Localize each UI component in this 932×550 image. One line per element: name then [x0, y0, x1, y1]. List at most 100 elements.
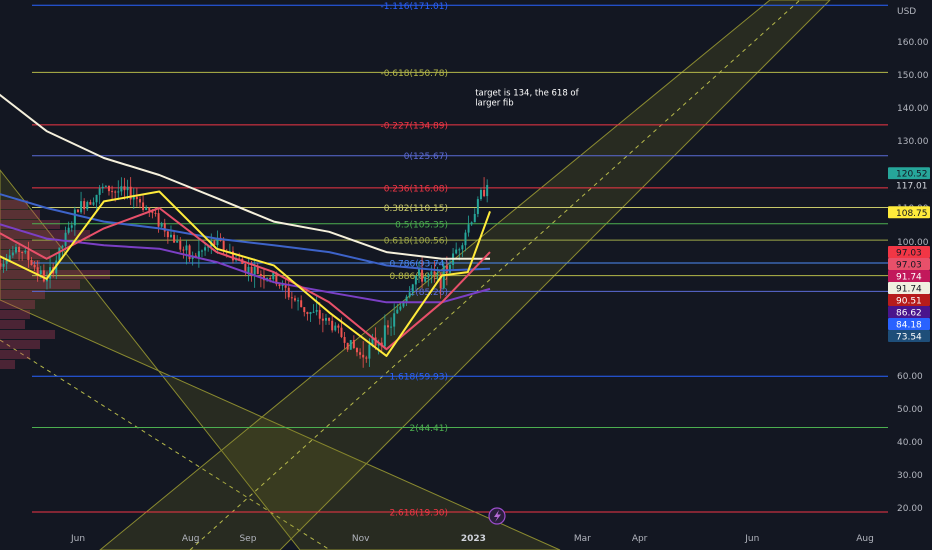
candle-body — [160, 223, 163, 227]
price-label: 90.51 — [896, 296, 922, 306]
candle-body — [334, 325, 337, 331]
candle-body — [297, 300, 300, 302]
y-tick-label: 160.00 — [897, 38, 929, 48]
candle-body — [383, 325, 386, 347]
candle-body — [337, 325, 340, 328]
candle-body — [470, 222, 473, 225]
price-label: 97.03 — [896, 248, 922, 258]
candle-body — [315, 310, 318, 312]
candle-body — [135, 196, 138, 200]
x-tick-label: Aug — [856, 534, 874, 544]
volume-profile-bar — [0, 320, 25, 329]
annotation-line-1: target is 134, the 618 of — [475, 88, 579, 98]
candle-body — [104, 185, 107, 187]
candle-body — [306, 312, 309, 315]
candle-body — [11, 252, 14, 256]
y-tick-label: 20.00 — [897, 504, 923, 514]
candle-body — [247, 266, 250, 273]
candle-body — [396, 309, 399, 314]
candle-body — [24, 250, 27, 253]
candle-body — [179, 240, 182, 250]
candle-body — [132, 196, 135, 200]
candle-body — [222, 240, 225, 251]
volume-profile-bar — [0, 340, 40, 349]
candle-body — [365, 357, 368, 359]
candle-body — [138, 199, 141, 203]
fib-label: 0.382(110.15) — [384, 204, 448, 214]
candle-body — [349, 340, 352, 350]
candle-body — [176, 240, 179, 243]
candle-body — [427, 274, 430, 277]
fib-label: -0.618(150.78) — [380, 69, 448, 79]
candle-body — [287, 287, 290, 298]
x-tick-label: Jun — [744, 534, 759, 544]
x-axis[interactable]: Jun Aug Sep Nov 2023 Mar Apr Jun Aug — [70, 534, 874, 544]
candle-body — [312, 311, 315, 313]
candle-body — [324, 318, 327, 321]
candle-body — [64, 232, 67, 246]
candle-body — [101, 186, 104, 189]
candle-body — [424, 276, 427, 282]
candle-body — [204, 247, 207, 251]
candle-body — [309, 312, 312, 315]
y-tick-label: 140.00 — [897, 104, 929, 114]
price-label: 73.54 — [896, 332, 922, 342]
candle-body — [368, 344, 371, 359]
candle-body — [340, 327, 343, 338]
x-tick-label: Apr — [632, 534, 648, 544]
candle-body — [114, 191, 117, 193]
candle-body — [197, 251, 200, 257]
candle-body — [445, 265, 448, 273]
candle-body — [448, 264, 451, 273]
candle-body — [355, 348, 358, 353]
candle-body — [343, 337, 346, 343]
candle-body — [442, 265, 445, 289]
fib-label: 2.618(19.30) — [389, 509, 448, 519]
x-tick-label: 2023 — [461, 534, 486, 544]
x-tick-label: Sep — [239, 534, 256, 544]
candle-body — [80, 201, 83, 213]
fib-label: 0(125.67) — [404, 152, 448, 162]
y-tick-label: 60.00 — [897, 372, 923, 382]
price-axis[interactable]: USD 20.0030.0040.0050.0060.00100.00110.0… — [888, 0, 932, 550]
candle-body — [145, 207, 148, 210]
price-label: 97.03 — [896, 260, 922, 270]
candle-body — [318, 310, 321, 319]
candle-body — [393, 313, 396, 327]
candle-body — [58, 247, 61, 261]
candle-body — [473, 213, 476, 223]
candle-body — [98, 188, 101, 195]
candle-body — [30, 260, 33, 265]
volume-profile-bar — [0, 300, 35, 309]
candle-body — [303, 307, 306, 313]
candle-body — [476, 199, 479, 214]
candle-body — [14, 247, 17, 253]
candle-body — [436, 273, 439, 275]
candle-body — [331, 320, 334, 331]
y-tick-label: 50.00 — [897, 405, 923, 415]
candle-body — [486, 184, 489, 197]
candle-body — [0, 263, 2, 267]
volume-profile-bar — [0, 350, 30, 359]
candle-body — [293, 298, 296, 301]
price-label: 108.75 — [896, 209, 928, 219]
lightning-icon[interactable] — [488, 507, 506, 525]
candle-body — [86, 201, 89, 210]
currency-label: USD — [897, 7, 916, 17]
price-chart[interactable]: -1.116(171.01) -0.618(150.78) -0.227(134.8… — [0, 0, 932, 550]
candle-body — [352, 340, 355, 349]
candle-body — [67, 227, 70, 233]
candle-body — [467, 224, 470, 233]
fib-label: 0.5(105.35) — [395, 220, 448, 230]
candle-body — [272, 272, 275, 280]
candle-body — [173, 234, 176, 243]
fib-label: 1.618(59.93) — [389, 373, 448, 383]
candle-body — [123, 186, 126, 191]
y-tick-label: 150.00 — [897, 71, 929, 81]
candle-body — [269, 277, 272, 280]
candle-body — [166, 231, 169, 238]
candle-body — [411, 284, 414, 293]
candle-body — [157, 213, 160, 227]
y-tick-label: 40.00 — [897, 438, 923, 448]
price-label: 84.18 — [896, 320, 922, 330]
